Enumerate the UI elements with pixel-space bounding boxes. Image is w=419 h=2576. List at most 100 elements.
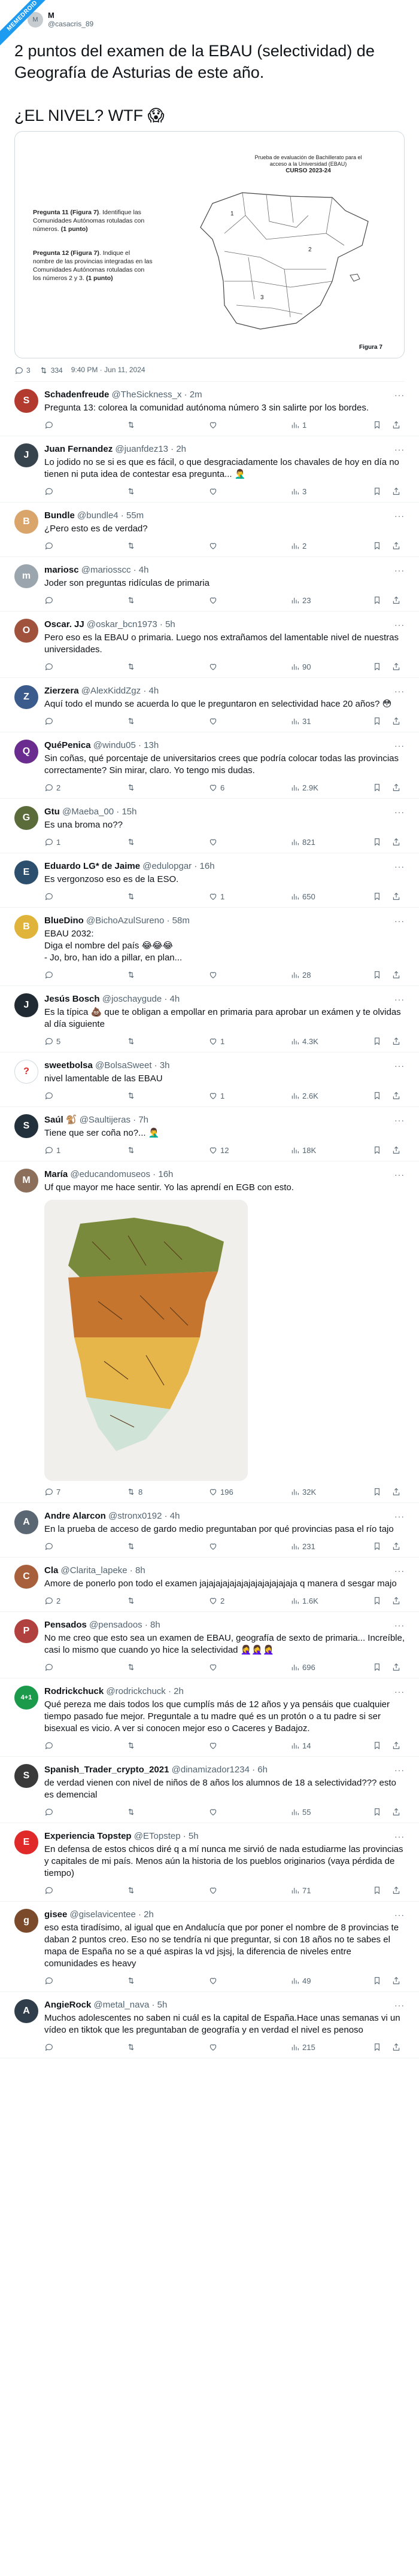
reply-author-handle[interactable]: @Clarita_lapeke xyxy=(61,1565,127,1576)
reply-item[interactable]: E Eduardo LG* de Jaime @edulopgar · 16h Es… xyxy=(0,853,419,908)
reply-author-name[interactable]: gisee xyxy=(44,1909,67,1920)
like-button[interactable]: 6 xyxy=(208,783,250,792)
bookmark-icon[interactable] xyxy=(372,595,382,605)
reply-author-handle[interactable]: @TheSickness_x xyxy=(112,390,182,400)
avatar[interactable]: J xyxy=(14,443,38,467)
like-button[interactable] xyxy=(208,595,250,605)
reply-time[interactable]: 7h xyxy=(138,1115,148,1125)
avatar[interactable]: A xyxy=(14,1999,38,2023)
like-button[interactable]: 1 xyxy=(208,1091,250,1100)
exam-image[interactable]: Prueba de evaluación de Bachillerato par… xyxy=(14,131,405,358)
bookmark-icon[interactable] xyxy=(372,1091,382,1100)
views-button[interactable]: 696 xyxy=(290,1662,332,1672)
reply-button[interactable] xyxy=(44,1662,86,1672)
views-button[interactable]: 18K xyxy=(290,1145,332,1155)
reply-item[interactable]: S Spanish_Trader_crypto_2021 @dinamizador… xyxy=(0,1757,419,1823)
views-button[interactable]: 49 xyxy=(290,1976,332,1985)
share-icon[interactable] xyxy=(391,716,401,726)
reply-time[interactable]: 55m xyxy=(126,510,144,521)
bookmark-icon[interactable] xyxy=(372,892,382,901)
bookmark-icon[interactable] xyxy=(372,1487,382,1497)
more-options-icon[interactable]: ··· xyxy=(394,1910,405,1920)
reply-time[interactable]: 2h xyxy=(144,1909,154,1920)
reply-author-name[interactable]: Rodrickchuck xyxy=(44,1686,104,1696)
avatar[interactable]: E xyxy=(14,1830,38,1854)
like-button[interactable] xyxy=(208,486,250,496)
share-icon[interactable] xyxy=(391,662,401,671)
avatar[interactable]: J xyxy=(14,993,38,1017)
reply-item[interactable]: A AngieRock @metal_nava · 5h Muchos adoles… xyxy=(0,1992,419,2058)
reply-item[interactable]: J Jesús Bosch @joschaygude · 4h Es la típi… xyxy=(0,986,419,1053)
bookmark-icon[interactable] xyxy=(372,1807,382,1817)
reply-time[interactable]: 4h xyxy=(149,686,159,696)
avatar[interactable]: O xyxy=(14,619,38,643)
like-button[interactable] xyxy=(208,716,250,726)
reply-button[interactable] xyxy=(44,1541,86,1551)
reply-item[interactable]: E Experiencia Topstep @ETopstep · 5h En de… xyxy=(0,1823,419,1902)
views-button[interactable]: 215 xyxy=(290,2042,332,2052)
retweet-button[interactable] xyxy=(126,1596,168,1605)
share-icon[interactable] xyxy=(391,970,401,980)
like-button[interactable] xyxy=(208,1807,250,1817)
more-options-icon[interactable]: ··· xyxy=(394,620,405,629)
avatar[interactable]: 4+1 xyxy=(14,1686,38,1710)
reply-author-handle[interactable]: @juanfdez13 xyxy=(115,444,168,454)
reply-author-name[interactable]: QuéPenica xyxy=(44,740,91,750)
reply-author-name[interactable]: BlueDino xyxy=(44,916,84,926)
avatar[interactable]: ? xyxy=(14,1060,38,1084)
retweet-button[interactable] xyxy=(126,595,168,605)
reply-button[interactable] xyxy=(44,1091,86,1100)
reply-author-name[interactable]: Spanish_Trader_crypto_2021 xyxy=(44,1765,169,1775)
bookmark-icon[interactable] xyxy=(372,420,382,430)
reply-author-name[interactable]: Eduardo LG* de Jaime xyxy=(44,861,140,871)
share-icon[interactable] xyxy=(391,892,401,901)
bookmark-icon[interactable] xyxy=(372,541,382,551)
reply-time[interactable]: 2h xyxy=(176,444,186,454)
like-button[interactable] xyxy=(208,2042,250,2052)
like-button[interactable] xyxy=(208,1741,250,1750)
reply-time[interactable]: 8h xyxy=(135,1565,145,1576)
more-options-icon[interactable]: ··· xyxy=(394,862,405,871)
views-button[interactable]: 2.6K xyxy=(290,1091,332,1100)
share-icon[interactable] xyxy=(391,595,401,605)
share-icon[interactable] xyxy=(391,837,401,847)
author-name[interactable]: M xyxy=(48,11,93,20)
avatar[interactable]: C xyxy=(14,1565,38,1589)
bookmark-icon[interactable] xyxy=(372,1541,382,1551)
like-button[interactable]: 1 xyxy=(208,1036,250,1046)
more-options-icon[interactable]: ··· xyxy=(394,1832,405,1841)
reply-time[interactable]: 4h xyxy=(170,994,180,1004)
retweet-button[interactable] xyxy=(126,892,168,901)
reply-item[interactable]: P Pensados @pensadoos · 8h No me creo que … xyxy=(0,1612,419,1678)
reply-author-handle[interactable]: @stronx0192 xyxy=(108,1511,162,1521)
retweet-button[interactable] xyxy=(126,541,168,551)
reply-button[interactable]: 1 xyxy=(44,837,86,847)
reply-author-name[interactable]: Zierzera xyxy=(44,686,79,696)
share-icon[interactable] xyxy=(391,1807,401,1817)
reply-author-name[interactable]: sweetbolsa xyxy=(44,1060,93,1070)
reply-button[interactable] xyxy=(44,541,86,551)
reply-time[interactable]: 5h xyxy=(165,619,175,629)
reply-item[interactable]: J Juan Fernandez @juanfdez13 · 2h Lo jodid… xyxy=(0,436,419,503)
like-button[interactable] xyxy=(208,837,250,847)
like-button[interactable] xyxy=(208,420,250,430)
reply-button[interactable] xyxy=(44,662,86,671)
reply-author-handle[interactable]: @metal_nava xyxy=(94,2000,150,2010)
reply-author-name[interactable]: Cla xyxy=(44,1565,58,1576)
more-options-icon[interactable]: ··· xyxy=(394,1765,405,1775)
avatar[interactable]: M xyxy=(14,1169,38,1193)
bookmark-icon[interactable] xyxy=(372,1596,382,1605)
reply-author-name[interactable]: AngieRock xyxy=(44,2000,91,2010)
avatar[interactable]: S xyxy=(14,1764,38,1788)
avatar[interactable]: B xyxy=(14,915,38,939)
bookmark-icon[interactable] xyxy=(372,486,382,496)
avatar[interactable]: Z xyxy=(14,685,38,709)
more-options-icon[interactable]: ··· xyxy=(394,1566,405,1576)
reply-author-handle[interactable]: @pensadoos xyxy=(89,1620,142,1630)
share-icon[interactable] xyxy=(391,2042,401,2052)
more-options-icon[interactable]: ··· xyxy=(394,994,405,1004)
reply-author-handle[interactable]: @AlexKiddZgz xyxy=(81,686,141,696)
retweet-button[interactable] xyxy=(126,1662,168,1672)
avatar[interactable]: S xyxy=(14,1114,38,1138)
reply-button[interactable] xyxy=(44,420,86,430)
